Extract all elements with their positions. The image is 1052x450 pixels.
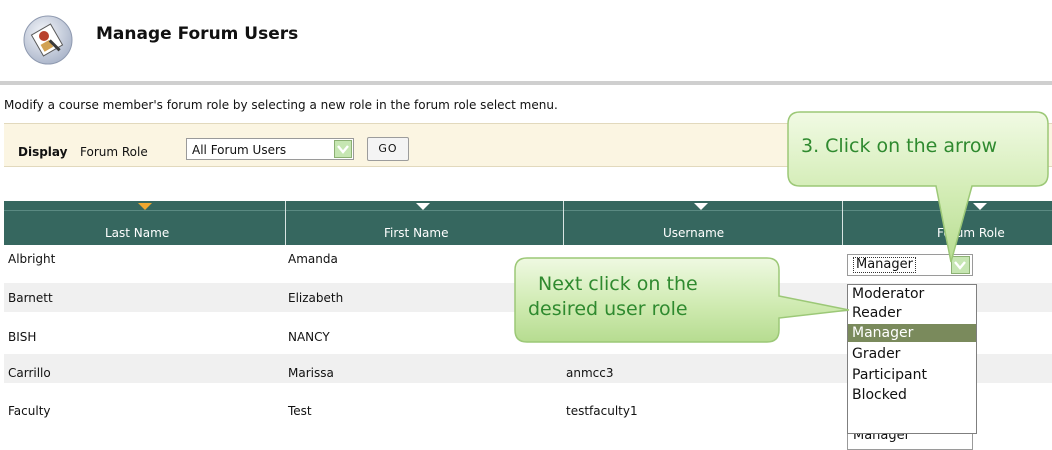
column-separator xyxy=(285,201,286,245)
cell-first-name: Test xyxy=(288,404,312,418)
chevron-down-icon[interactable] xyxy=(334,140,352,158)
cell-first-name: Marissa xyxy=(288,366,334,380)
column-header-username[interactable]: Username xyxy=(663,226,724,240)
cell-first-name: Elizabeth xyxy=(288,291,344,305)
callout-next-line2: desired user role xyxy=(528,298,688,320)
dropdown-option-grader[interactable]: Grader xyxy=(852,346,900,362)
forum-role-filter-value: All Forum Users xyxy=(192,143,287,157)
dropdown-option-reader[interactable]: Reader xyxy=(852,305,902,321)
column-header-last-name[interactable]: Last Name xyxy=(105,226,169,240)
sort-arrow-icon[interactable] xyxy=(416,203,430,211)
instructions-text: Modify a course member's forum role by s… xyxy=(4,98,558,112)
go-button[interactable]: GO xyxy=(367,137,409,161)
cell-last-name: Carrillo xyxy=(8,366,51,380)
cell-last-name: Faculty xyxy=(8,404,51,418)
cell-username: anmcc3 xyxy=(566,366,614,380)
cell-first-name: NANCY xyxy=(288,330,330,344)
forum-role-filter-label: Forum Role xyxy=(80,145,148,159)
callout-next-line1: Next click on the xyxy=(538,273,698,295)
forum-users-icon xyxy=(22,14,74,66)
callout-step3-text: 3. Click on the arrow xyxy=(801,135,998,157)
cell-last-name: Albright xyxy=(8,252,56,266)
dropdown-option-moderator[interactable]: Moderator xyxy=(852,286,924,302)
dropdown-option-blocked[interactable]: Blocked xyxy=(852,387,907,403)
callout-step3-bubble xyxy=(787,111,1049,263)
header-divider xyxy=(0,81,1052,85)
display-label: Display xyxy=(18,145,68,159)
dropdown-option-manager[interactable]: Manager xyxy=(852,325,913,341)
sort-arrow-icon[interactable] xyxy=(138,203,152,211)
column-separator xyxy=(563,201,564,245)
cell-username: testfaculty1 xyxy=(566,404,638,418)
dropdown-option-participant[interactable]: Participant xyxy=(852,367,927,383)
cell-last-name: BISH xyxy=(8,330,37,344)
column-header-first-name[interactable]: First Name xyxy=(384,226,448,240)
cell-first-name: Amanda xyxy=(288,252,338,266)
sort-arrow-icon[interactable] xyxy=(694,203,708,211)
page-title: Manage Forum Users xyxy=(96,24,299,44)
cell-last-name: Barnett xyxy=(8,291,53,305)
